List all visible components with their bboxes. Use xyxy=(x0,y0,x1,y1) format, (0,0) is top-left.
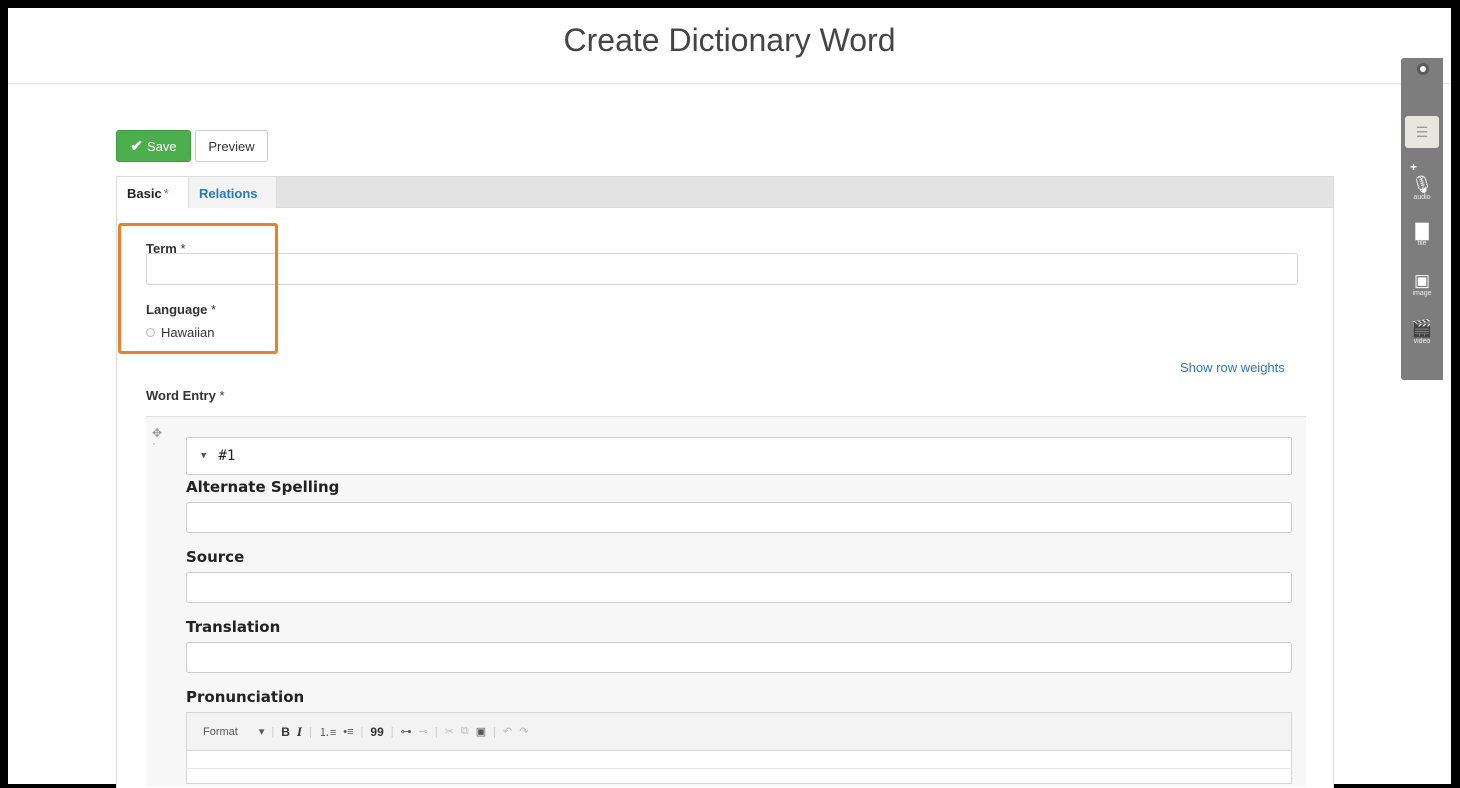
image-icon: ▣ xyxy=(1413,271,1431,290)
ordered-list-icon[interactable]: ⒈≡ xyxy=(319,724,336,740)
copy-icon[interactable]: ⧉ xyxy=(461,725,469,738)
bold-button[interactable]: B xyxy=(281,725,290,739)
list-view-icon[interactable]: ☰ xyxy=(1405,116,1439,148)
tab-relations[interactable]: Relations xyxy=(189,177,277,209)
format-dropdown-arrow-icon[interactable]: ▾ xyxy=(259,725,265,738)
preview-button[interactable]: Preview xyxy=(195,130,268,162)
redo-icon[interactable]: ↷ xyxy=(519,725,528,738)
toolbar-separator: | xyxy=(390,725,394,738)
entry-number: #1 xyxy=(218,448,236,464)
italic-button[interactable]: I xyxy=(297,724,302,740)
preview-button-label: Preview xyxy=(208,138,255,154)
save-button-label: Save xyxy=(146,138,177,154)
file-icon: ▇ xyxy=(1415,221,1429,240)
translation-input[interactable] xyxy=(186,642,1292,673)
term-input[interactable] xyxy=(146,253,1298,285)
media-video-button[interactable]: 🎬 video xyxy=(1403,319,1441,346)
unlink-icon[interactable]: ⊸ xyxy=(419,725,428,738)
media-audio-label: audio xyxy=(1413,194,1431,201)
sidebar-toggle-icon[interactable] xyxy=(1417,63,1429,75)
toolbar-separator: | xyxy=(271,725,275,738)
word-entry-label: Word Entry * xyxy=(146,388,225,403)
media-image-button[interactable]: ▣ image xyxy=(1403,271,1441,298)
toolbar-separator: | xyxy=(308,725,312,738)
tab-basic-required-mark: * xyxy=(163,186,169,201)
media-image-label: image xyxy=(1412,290,1432,297)
highlight-annotation-box xyxy=(118,223,278,354)
check-icon: ✔ xyxy=(130,138,143,155)
cut-icon[interactable]: ✂ xyxy=(445,725,454,738)
editor-divider xyxy=(186,768,1292,769)
tab-basic-label: Basic xyxy=(127,186,162,201)
tab-bar: Basic * Relations xyxy=(116,176,1334,210)
alternate-spelling-input[interactable] xyxy=(186,502,1292,533)
alternate-spelling-label: Alternate Spelling xyxy=(186,478,340,496)
bulleted-list-icon[interactable]: •≡ xyxy=(343,726,353,738)
toolbar-separator: | xyxy=(434,725,438,738)
media-file-button[interactable]: ▇ file xyxy=(1403,221,1441,248)
link-icon[interactable]: ⊶ xyxy=(401,725,412,738)
undo-icon[interactable]: ↶ xyxy=(503,725,512,738)
media-video-label: video xyxy=(1413,338,1431,345)
format-dropdown[interactable]: Format xyxy=(203,726,238,738)
drag-handle-icon[interactable]: ✥ · xyxy=(152,427,162,449)
toolbar-separator: | xyxy=(360,725,364,738)
entry-collapse-header[interactable]: ▼ #1 xyxy=(186,437,1292,475)
page-header: Create Dictionary Word xyxy=(8,8,1451,84)
pronunciation-editor[interactable] xyxy=(186,750,1292,784)
blockquote-icon[interactable]: 99 xyxy=(370,725,383,739)
add-media-plus-icon[interactable]: + xyxy=(1410,160,1417,174)
source-input[interactable] xyxy=(186,572,1292,603)
word-entry-required-mark: * xyxy=(219,388,225,403)
toolbar-separator: | xyxy=(493,725,497,738)
word-entry-label-text: Word Entry xyxy=(146,388,216,403)
save-button[interactable]: ✔ Save xyxy=(116,130,191,162)
collapse-triangle-icon: ▼ xyxy=(201,451,207,461)
tab-relations-label: Relations xyxy=(199,185,258,201)
rich-text-toolbar: Format ▾ | B I | ⒈≡ •≡ | 99 | ⊶ ⊸ | ✂ ⧉ … xyxy=(186,712,1292,750)
media-file-label: file xyxy=(1417,240,1427,247)
microphone-icon: 🎙 xyxy=(1411,175,1433,194)
show-row-weights-link[interactable]: Show row weights xyxy=(1180,360,1285,375)
media-audio-button[interactable]: 🎙 audio xyxy=(1403,175,1441,202)
translation-label: Translation xyxy=(186,618,281,636)
paste-icon[interactable]: ▣ xyxy=(476,725,486,738)
pronunciation-label: Pronunciation xyxy=(186,688,305,706)
source-label: Source xyxy=(186,548,245,566)
clapperboard-icon: 🎬 xyxy=(1411,319,1433,338)
page-title: Create Dictionary Word xyxy=(563,22,896,58)
tab-basic[interactable]: Basic * xyxy=(117,177,189,210)
